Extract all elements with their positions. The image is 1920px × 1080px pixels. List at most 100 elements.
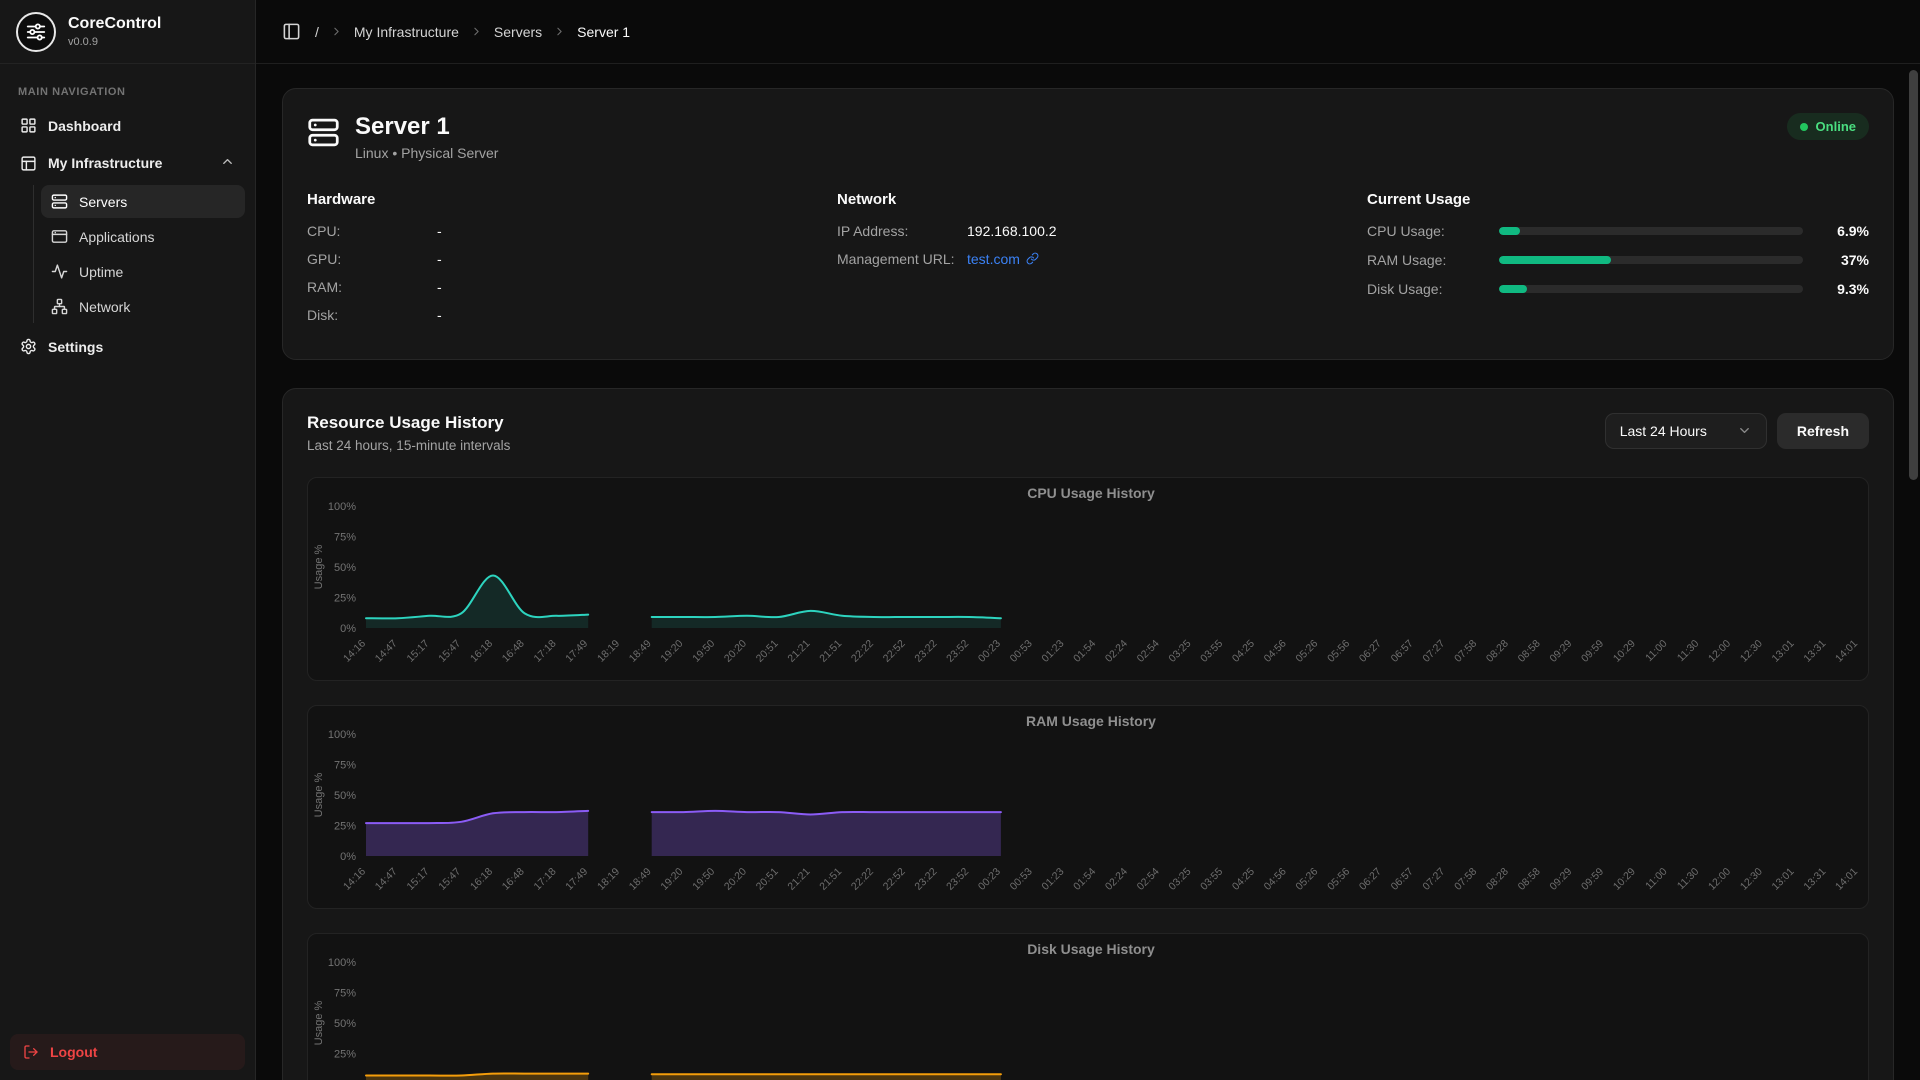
svg-text:03:55: 03:55 bbox=[1198, 637, 1225, 664]
chevron-right-icon bbox=[553, 25, 566, 38]
sidebar-toggle-button[interactable] bbox=[282, 22, 301, 41]
svg-text:17:18: 17:18 bbox=[532, 637, 559, 664]
refresh-button[interactable]: Refresh bbox=[1777, 413, 1869, 449]
svg-text:04:56: 04:56 bbox=[1262, 637, 1289, 664]
history-header: Resource Usage History Last 24 hours, 15… bbox=[307, 413, 1869, 453]
topbar: / My Infrastructure Servers Server 1 bbox=[256, 0, 1920, 64]
scrollbar-thumb[interactable] bbox=[1909, 70, 1918, 480]
ram-usage-bar bbox=[1499, 256, 1803, 264]
page-content: Server 1 Linux • Physical Server Online … bbox=[256, 64, 1920, 1080]
chevron-right-icon bbox=[470, 25, 483, 38]
network-row-ip: IP Address: 192.168.100.2 bbox=[837, 223, 1339, 239]
disk-usage-chart: Disk Usage History0%25%50%75%100%Usage %… bbox=[307, 933, 1869, 1080]
scrollbar[interactable] bbox=[1909, 66, 1918, 1076]
chevron-right-icon bbox=[330, 25, 343, 38]
svg-text:23:52: 23:52 bbox=[944, 637, 971, 664]
current-usage-column: Current Usage CPU Usage: 6.9% RAM Usage:… bbox=[1367, 191, 1869, 335]
svg-text:14:16: 14:16 bbox=[341, 865, 368, 892]
app-name: CoreControl bbox=[68, 15, 161, 33]
breadcrumb-my-infrastructure[interactable]: My Infrastructure bbox=[354, 24, 459, 40]
network-title: Network bbox=[837, 191, 1339, 208]
svg-text:17:49: 17:49 bbox=[563, 637, 590, 664]
usage-row-cpu: CPU Usage: 6.9% bbox=[1367, 223, 1869, 239]
sidebar-item-settings[interactable]: Settings bbox=[10, 329, 245, 364]
svg-text:01:23: 01:23 bbox=[1039, 637, 1066, 664]
svg-text:07:27: 07:27 bbox=[1420, 865, 1447, 892]
history-titles: Resource Usage History Last 24 hours, 15… bbox=[307, 413, 510, 453]
row-value: - bbox=[437, 307, 442, 323]
svg-text:15:17: 15:17 bbox=[405, 637, 432, 664]
network-column: Network IP Address: 192.168.100.2 Manage… bbox=[837, 191, 1339, 335]
svg-text:07:27: 07:27 bbox=[1420, 637, 1447, 664]
sidebar-item-my-infrastructure[interactable]: My Infrastructure bbox=[10, 145, 245, 181]
row-label: GPU: bbox=[307, 251, 437, 267]
breadcrumb-servers[interactable]: Servers bbox=[494, 24, 542, 40]
sidebar-item-uptime[interactable]: Uptime bbox=[41, 255, 245, 288]
svg-text:21:51: 21:51 bbox=[817, 637, 844, 664]
ram-usage-value: 37% bbox=[1817, 252, 1869, 268]
breadcrumb-server-1: Server 1 bbox=[577, 24, 630, 40]
row-label: RAM Usage: bbox=[1367, 252, 1485, 268]
sidebar-item-label: Uptime bbox=[79, 264, 123, 280]
svg-text:50%: 50% bbox=[334, 562, 356, 574]
logout-label: Logout bbox=[50, 1044, 97, 1060]
management-url-link[interactable]: test.com bbox=[967, 251, 1039, 267]
svg-text:17:49: 17:49 bbox=[563, 865, 590, 892]
hardware-column: Hardware CPU: - GPU: - RAM: - bbox=[307, 191, 809, 335]
time-range-value: Last 24 Hours bbox=[1620, 423, 1707, 439]
server-overview-card: Server 1 Linux • Physical Server Online … bbox=[282, 88, 1894, 360]
ram-usage-chart: RAM Usage History0%25%50%75%100%Usage %1… bbox=[307, 705, 1869, 909]
history-title: Resource Usage History bbox=[307, 413, 510, 433]
activity-icon bbox=[51, 263, 68, 280]
app-window-icon bbox=[51, 228, 68, 245]
svg-text:Usage %: Usage % bbox=[313, 544, 325, 589]
svg-text:00:23: 00:23 bbox=[976, 637, 1003, 664]
svg-text:01:54: 01:54 bbox=[1071, 865, 1098, 892]
svg-text:04:25: 04:25 bbox=[1230, 637, 1257, 664]
sidebar-item-applications[interactable]: Applications bbox=[41, 220, 245, 253]
sidebar-header: CoreControl v0.0.9 bbox=[0, 0, 255, 64]
svg-text:07:58: 07:58 bbox=[1452, 865, 1479, 892]
hardware-row-gpu: GPU: - bbox=[307, 251, 809, 267]
status-badge: Online bbox=[1787, 113, 1869, 140]
svg-text:20:20: 20:20 bbox=[722, 637, 749, 664]
svg-text:16:18: 16:18 bbox=[468, 637, 495, 664]
svg-text:04:25: 04:25 bbox=[1230, 865, 1257, 892]
breadcrumb-home[interactable]: / bbox=[315, 24, 319, 40]
logout-button[interactable]: Logout bbox=[10, 1034, 245, 1070]
sidebar-item-servers[interactable]: Servers bbox=[41, 185, 245, 218]
svg-text:20:20: 20:20 bbox=[722, 865, 749, 892]
svg-text:02:54: 02:54 bbox=[1135, 865, 1162, 892]
svg-text:12:00: 12:00 bbox=[1706, 865, 1733, 892]
row-label: Management URL: bbox=[837, 251, 967, 267]
svg-text:14:01: 14:01 bbox=[1833, 637, 1860, 664]
svg-text:14:01: 14:01 bbox=[1833, 865, 1860, 892]
svg-text:22:22: 22:22 bbox=[849, 637, 876, 664]
sidebar-item-network[interactable]: Network bbox=[41, 290, 245, 323]
svg-text:15:17: 15:17 bbox=[405, 865, 432, 892]
current-usage-title: Current Usage bbox=[1367, 191, 1869, 208]
svg-text:13:01: 13:01 bbox=[1770, 865, 1797, 892]
svg-text:02:54: 02:54 bbox=[1135, 637, 1162, 664]
svg-text:100%: 100% bbox=[328, 501, 356, 513]
ip-address-value: 192.168.100.2 bbox=[967, 223, 1057, 239]
time-range-select[interactable]: Last 24 Hours bbox=[1605, 413, 1767, 449]
sidebar-item-dashboard[interactable]: Dashboard bbox=[10, 108, 245, 143]
row-label: Disk: bbox=[307, 307, 437, 323]
svg-text:18:49: 18:49 bbox=[627, 637, 654, 664]
sidebar-item-label: My Infrastructure bbox=[48, 155, 162, 171]
sidebar-nav: Dashboard My Infrastructure bbox=[0, 108, 255, 364]
svg-text:21:21: 21:21 bbox=[785, 865, 812, 892]
cpu-usage-chart: CPU Usage History0%25%50%75%100%Usage %1… bbox=[307, 477, 1869, 681]
svg-text:00:53: 00:53 bbox=[1008, 865, 1035, 892]
dashboard-grid-icon bbox=[20, 117, 37, 134]
infrastructure-submenu: Servers Applications Uptime bbox=[33, 185, 245, 323]
svg-text:03:25: 03:25 bbox=[1166, 865, 1193, 892]
usage-row-ram: RAM Usage: 37% bbox=[1367, 252, 1869, 268]
cpu-usage-bar-fill bbox=[1499, 227, 1520, 235]
row-value: - bbox=[437, 279, 442, 295]
svg-text:RAM Usage History: RAM Usage History bbox=[1026, 713, 1156, 729]
logout-icon bbox=[23, 1044, 39, 1060]
svg-text:03:55: 03:55 bbox=[1198, 865, 1225, 892]
row-label: CPU Usage: bbox=[1367, 223, 1485, 239]
